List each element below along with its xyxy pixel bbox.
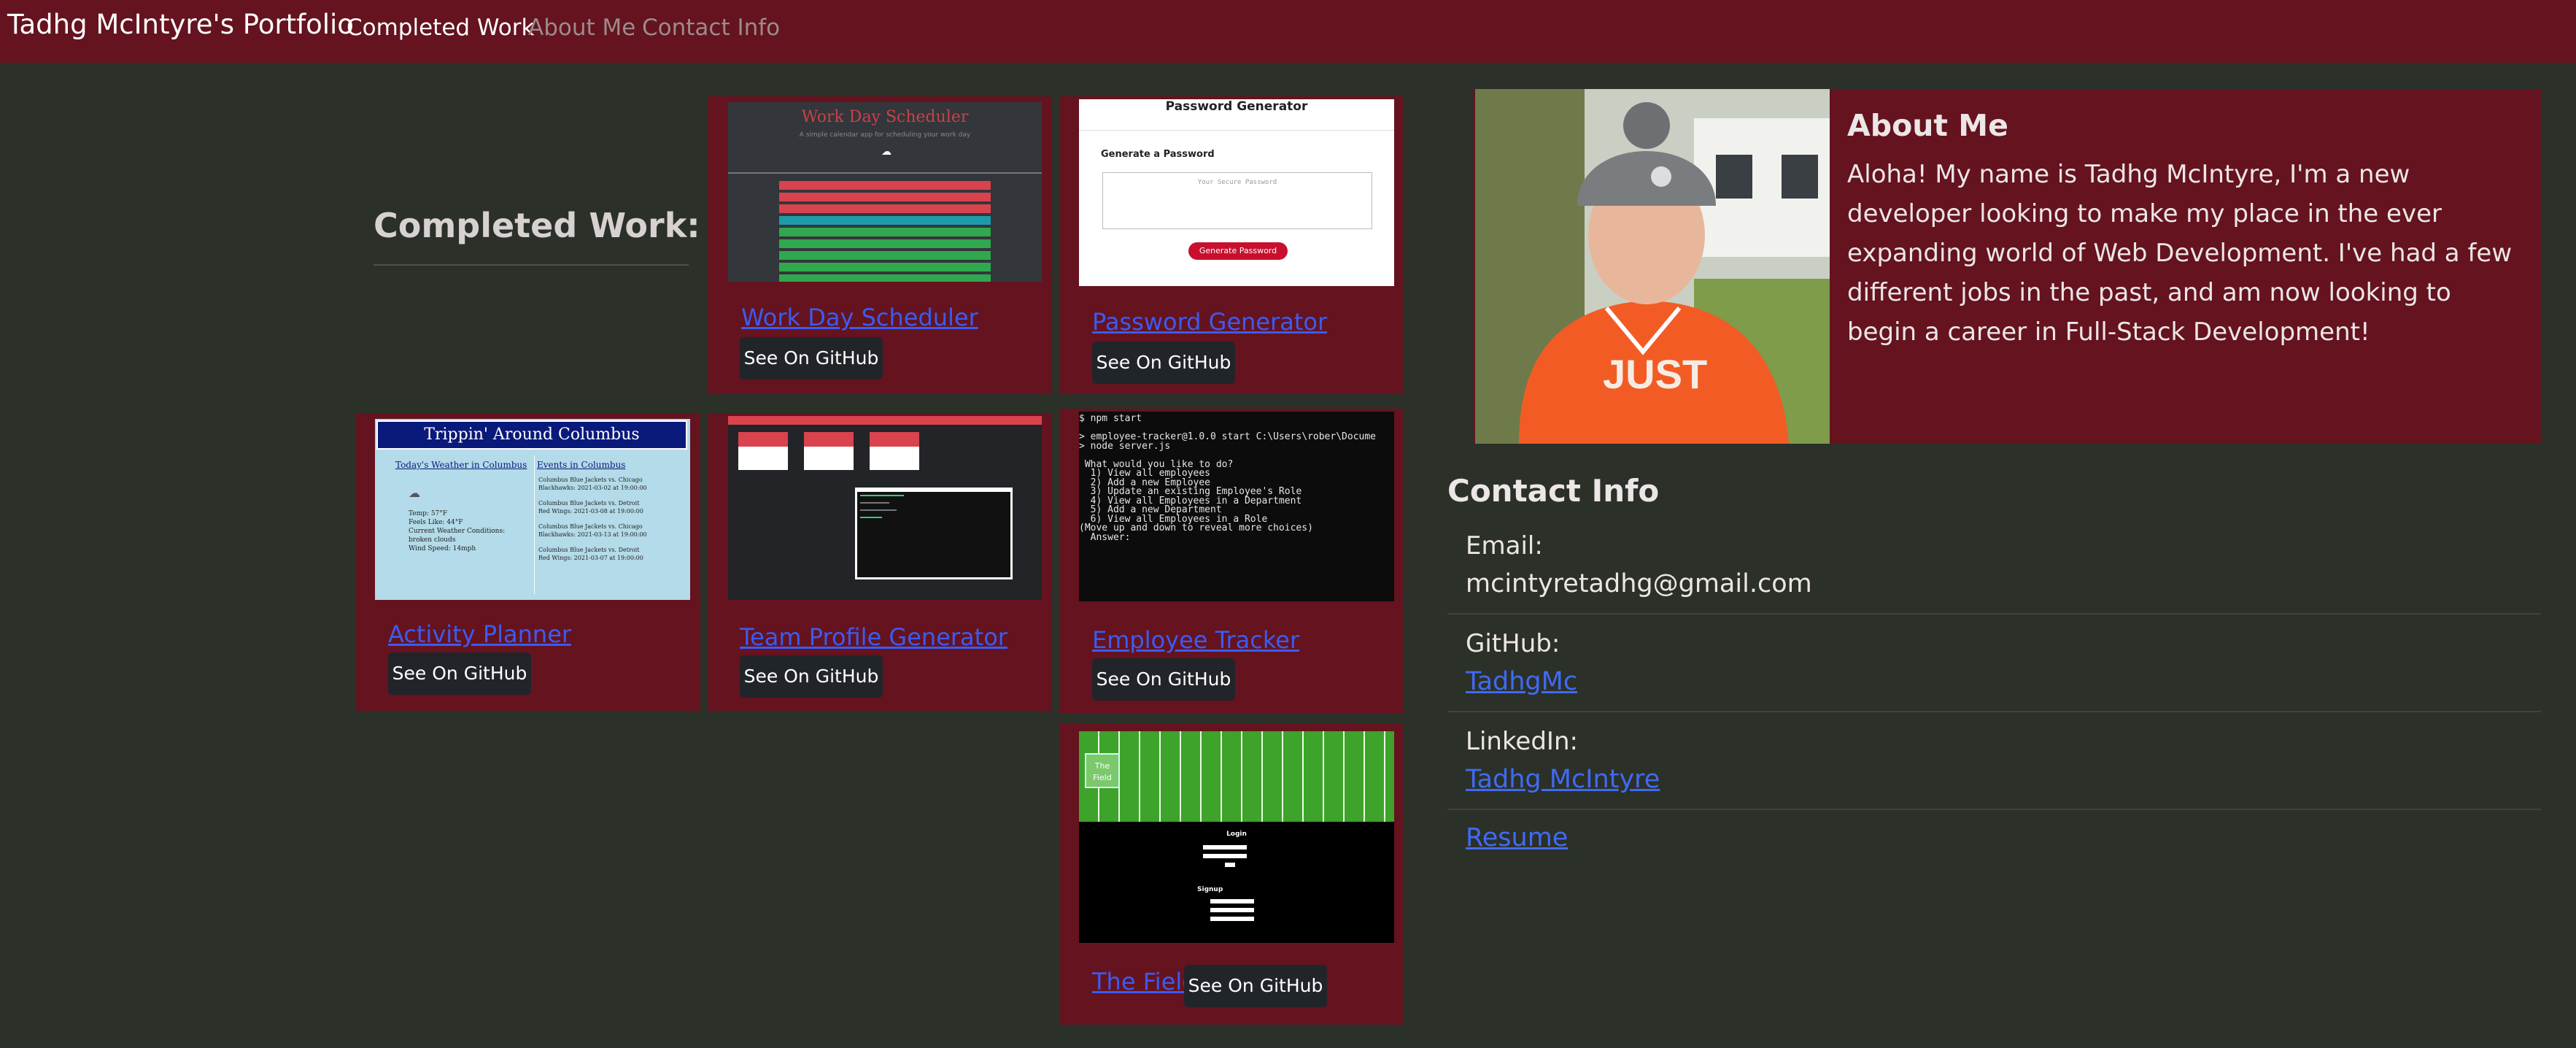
- employee-tracker-screenshot: $ npm start > employee-tracker@1.0.0 sta…: [1079, 412, 1394, 601]
- contact-divider: [1447, 613, 2541, 614]
- work-day-scheduler-screenshot: Work Day Scheduler A simple calendar app…: [728, 102, 1042, 282]
- event-line: Blackhawks: 2021-03-13 at 19:00:00: [538, 531, 647, 538]
- cloud-icon: ☁: [881, 146, 891, 158]
- project-card-activity-planner: Trippin' Around Columbus Today's Weather…: [356, 413, 700, 711]
- weather-line: Feels Like: 44°F: [409, 519, 463, 526]
- email-value: mcintyretadhg@gmail.com: [1466, 569, 1812, 598]
- work-day-scheduler-github-button[interactable]: See On GitHub: [740, 337, 883, 379]
- activity-planner-github-button[interactable]: See On GitHub: [388, 652, 531, 695]
- project-card-work-day-scheduler: Work Day Scheduler A simple calendar app…: [708, 96, 1052, 394]
- event-line: Columbus Blue Jackets vs. Detroit: [538, 547, 640, 553]
- work-day-scheduler-link[interactable]: Work Day Scheduler: [741, 304, 978, 331]
- about-me-title: About Me: [1847, 108, 2008, 143]
- project-card-team-profile-generator: Team Profile Generator See On GitHub: [708, 413, 1052, 711]
- the-field-link[interactable]: The Field: [1092, 968, 1197, 995]
- nav-link-completed-work[interactable]: Completed Work: [347, 15, 534, 41]
- thumb-events-heading: Events in Columbus: [537, 460, 626, 470]
- field-logo: The Field: [1085, 753, 1120, 788]
- resume-link[interactable]: Resume: [1466, 823, 1568, 852]
- password-generator-screenshot: Password Generator Generate a Password Y…: [1079, 99, 1394, 286]
- thumb-title: Trippin' Around Columbus: [376, 420, 687, 450]
- project-card-password-generator: Password Generator Generate a Password Y…: [1060, 96, 1403, 394]
- event-line: Columbus Blue Jackets vs. Chicago: [538, 523, 643, 530]
- team-profile-generator-github-button[interactable]: See On GitHub: [740, 655, 883, 698]
- terminal-output: $ npm start > employee-tracker@1.0.0 sta…: [1079, 413, 1376, 543]
- email-label: Email:: [1466, 531, 1543, 560]
- thumb-button: Generate Password: [1188, 242, 1288, 260]
- profile-photo: JUST: [1475, 89, 1830, 444]
- team-profile-generator-screenshot: [728, 416, 1042, 600]
- svg-text:JUST: JUST: [1603, 351, 1707, 397]
- event-line: Blackhawks: 2021-03-02 at 19:00:00: [538, 485, 647, 491]
- password-generator-github-button[interactable]: See On GitHub: [1092, 342, 1235, 384]
- linkedin-link[interactable]: Tadhg McIntyre: [1466, 765, 1660, 794]
- weather-line: Wind Speed: 14mph: [409, 545, 476, 552]
- weather-icon: ☁: [409, 486, 420, 500]
- completed-work-heading: Completed Work:: [374, 206, 700, 245]
- activity-planner-screenshot: Trippin' Around Columbus Today's Weather…: [375, 419, 690, 600]
- team-profile-generator-link[interactable]: Team Profile Generator: [740, 623, 1007, 651]
- heading-divider: [374, 264, 689, 266]
- contact-divider: [1447, 809, 2541, 810]
- project-card-the-field: The Field Login Signup The Field See On …: [1060, 724, 1403, 1025]
- field-signup-title: Signup: [1197, 886, 1223, 893]
- linkedin-label: LinkedIn:: [1466, 727, 1578, 756]
- field-login-title: Login: [1226, 831, 1247, 838]
- employee-tracker-link[interactable]: Employee Tracker: [1092, 626, 1299, 654]
- activity-planner-link[interactable]: Activity Planner: [388, 620, 571, 648]
- about-me-text: Aloha! My name is Tadhg McIntyre, I'm a …: [1847, 160, 2513, 347]
- thumb-subtitle: A simple calendar app for scheduling you…: [799, 131, 971, 139]
- github-label: GitHub:: [1466, 629, 1560, 658]
- weather-line: broken clouds: [409, 536, 456, 544]
- thumb-placeholder: Your Secure Password: [1197, 179, 1277, 186]
- event-line: Red Wings: 2021-03-08 at 19:00:00: [538, 508, 643, 515]
- event-line: Red Wings: 2021-03-07 at 19:00:00: [538, 555, 643, 561]
- brand-link[interactable]: Tadhg McIntyre's Portfolio: [7, 9, 354, 40]
- thumb-weather-heading: Today's Weather in Columbus: [395, 460, 527, 470]
- nav-link-about-me[interactable]: About Me: [528, 15, 635, 41]
- thumb-heading: Generate a Password: [1101, 149, 1215, 160]
- password-generator-link[interactable]: Password Generator: [1092, 308, 1327, 336]
- navbar: Tadhg McIntyre's Portfolio Completed Wor…: [0, 0, 2576, 63]
- event-line: Columbus Blue Jackets vs. Detroit: [538, 500, 640, 506]
- weather-line: Current Weather Conditions:: [409, 528, 506, 535]
- the-field-github-button[interactable]: See On GitHub: [1184, 965, 1327, 1007]
- github-link[interactable]: TadhgMc: [1466, 667, 1577, 696]
- thumb-title: Work Day Scheduler: [801, 108, 969, 126]
- portrait-image: JUST: [1475, 89, 1830, 444]
- contact-divider: [1447, 711, 2541, 712]
- project-card-employee-tracker: $ npm start > employee-tracker@1.0.0 sta…: [1060, 409, 1403, 714]
- contact-info-title: Contact Info: [1447, 473, 1660, 509]
- thumb-title: Password Generator: [1165, 99, 1308, 114]
- nav-link-contact-info[interactable]: Contact Info: [642, 15, 780, 41]
- employee-tracker-github-button[interactable]: See On GitHub: [1092, 658, 1235, 701]
- the-field-screenshot: The Field Login Signup: [1079, 731, 1394, 943]
- weather-line: Temp: 57°F: [409, 510, 448, 517]
- event-line: Columbus Blue Jackets vs. Chicago: [538, 477, 643, 483]
